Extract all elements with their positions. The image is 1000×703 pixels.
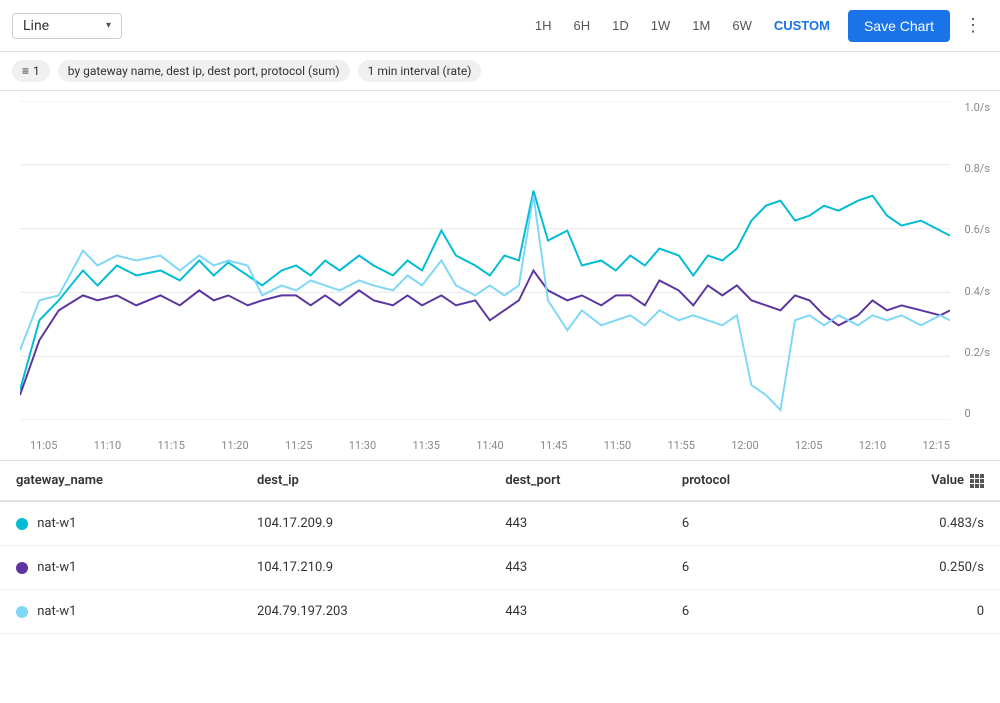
filter-icon: ≡ xyxy=(22,64,29,78)
y-axis-label: 0.8/s xyxy=(965,162,990,175)
more-options-button[interactable]: ⋮ xyxy=(958,11,988,40)
time-btn-1w[interactable]: 1W xyxy=(641,14,681,37)
series-dot xyxy=(16,518,28,530)
cell-protocol: 6 xyxy=(666,501,828,546)
col-header-value: Value xyxy=(828,461,1000,501)
cell-protocol: 6 xyxy=(666,546,828,590)
chart-container: 1.0/s0.8/s0.6/s0.4/s0.2/s0 11:0511:1011:… xyxy=(0,91,1000,461)
x-axis-labels: 11:05 11:10 11:15 11:20 11:25 11:30 11:35 11:40… xyxy=(30,439,950,452)
cell-dest-ip: 204.79.197.203 xyxy=(241,590,489,634)
series-lightblue xyxy=(20,196,950,410)
time-btn-6w[interactable]: 6W xyxy=(722,14,762,37)
series-dot xyxy=(16,606,28,618)
cell-gateway-name: nat-w1 xyxy=(0,501,241,546)
x-axis-label: 11:15 xyxy=(158,439,185,452)
line-chart xyxy=(20,101,950,420)
time-btn-1d[interactable]: 1D xyxy=(602,14,639,37)
value-col-label: Value xyxy=(931,473,964,488)
save-chart-button[interactable]: Save Chart xyxy=(848,10,950,42)
cell-value: 0.250/s xyxy=(828,546,1000,590)
x-axis-label: 11:35 xyxy=(413,439,440,452)
time-btn-6h[interactable]: 6H xyxy=(564,14,601,37)
gateway-name-value: nat-w1 xyxy=(37,604,76,619)
dropdown-arrow-icon: ▾ xyxy=(106,20,111,31)
x-axis-label: 12:00 xyxy=(731,439,758,452)
table-body: nat-w1 104.17.209.9 443 6 0.483/s nat-w1… xyxy=(0,501,1000,634)
filter-count-badge[interactable]: ≡ 1 xyxy=(12,60,50,82)
table-row: nat-w1 104.17.209.9 443 6 0.483/s xyxy=(0,501,1000,546)
cell-value: 0 xyxy=(828,590,1000,634)
group-by-chip[interactable]: by gateway name, dest ip, dest port, pro… xyxy=(58,60,350,82)
table-row: nat-w1 104.17.210.9 443 6 0.250/s xyxy=(0,546,1000,590)
x-axis-label: 11:10 xyxy=(94,439,121,452)
x-axis-label: 11:25 xyxy=(285,439,312,452)
toolbar: Line ▾ 1H6H1D1W1M6WCUSTOM Save Chart ⋮ xyxy=(0,0,1000,52)
time-btn-custom[interactable]: CUSTOM xyxy=(764,14,840,37)
filter-bar: ≡ 1 by gateway name, dest ip, dest port,… xyxy=(0,52,1000,91)
time-range-buttons: 1H6H1D1W1M6WCUSTOM xyxy=(525,14,840,37)
y-axis-label: 0.6/s xyxy=(965,223,990,236)
cell-value: 0.483/s xyxy=(828,501,1000,546)
time-btn-1h[interactable]: 1H xyxy=(525,14,562,37)
x-axis-label: 11:45 xyxy=(540,439,567,452)
cell-dest-port: 443 xyxy=(489,546,666,590)
interval-chip[interactable]: 1 min interval (rate) xyxy=(358,60,482,82)
col-header-dest-ip: dest_ip xyxy=(241,461,489,501)
y-axis-label: 1.0/s xyxy=(965,101,990,114)
col-header-dest-port: dest_port xyxy=(489,461,666,501)
chart-type-label: Line xyxy=(23,18,49,34)
col-header-protocol: protocol xyxy=(666,461,828,501)
cell-dest-ip: 104.17.209.9 xyxy=(241,501,489,546)
table-header-row: gateway_name dest_ip dest_port protocol … xyxy=(0,461,1000,501)
x-axis-label: 11:20 xyxy=(221,439,248,452)
y-axis-label: 0 xyxy=(965,407,990,420)
x-axis-label: 11:55 xyxy=(668,439,695,452)
x-axis-label: 11:40 xyxy=(476,439,503,452)
table-row: nat-w1 204.79.197.203 443 6 0 xyxy=(0,590,1000,634)
col-header-gateway: gateway_name xyxy=(0,461,241,501)
y-axis-labels: 1.0/s 0.8/s 0.6/s 0.4/s 0.2/s 0 xyxy=(965,101,990,420)
cell-gateway-name: nat-w1 xyxy=(0,590,241,634)
columns-icon[interactable] xyxy=(970,474,984,488)
x-axis-label: 12:05 xyxy=(795,439,822,452)
y-axis-label: 0.4/s xyxy=(965,285,990,298)
table-header: gateway_name dest_ip dest_port protocol … xyxy=(0,461,1000,501)
filter-count-label: 1 xyxy=(33,64,40,78)
gateway-name-value: nat-w1 xyxy=(37,516,76,531)
cell-dest-ip: 104.17.210.9 xyxy=(241,546,489,590)
cell-protocol: 6 xyxy=(666,590,828,634)
x-axis-label: 11:30 xyxy=(349,439,376,452)
series-teal xyxy=(20,191,950,390)
time-btn-1m[interactable]: 1M xyxy=(682,14,720,37)
chart-type-dropdown[interactable]: Line ▾ xyxy=(12,13,122,39)
cell-gateway-name: nat-w1 xyxy=(0,546,241,590)
gateway-name-value: nat-w1 xyxy=(37,560,76,575)
x-axis-label: 11:05 xyxy=(30,439,57,452)
data-table: gateway_name dest_ip dest_port protocol … xyxy=(0,461,1000,634)
y-axis-label: 0.2/s xyxy=(965,346,990,359)
x-axis-label: 12:15 xyxy=(923,439,950,452)
x-axis-label: 12:10 xyxy=(859,439,886,452)
cell-dest-port: 443 xyxy=(489,590,666,634)
cell-dest-port: 443 xyxy=(489,501,666,546)
series-dot xyxy=(16,562,28,574)
x-axis-label: 11:50 xyxy=(604,439,631,452)
